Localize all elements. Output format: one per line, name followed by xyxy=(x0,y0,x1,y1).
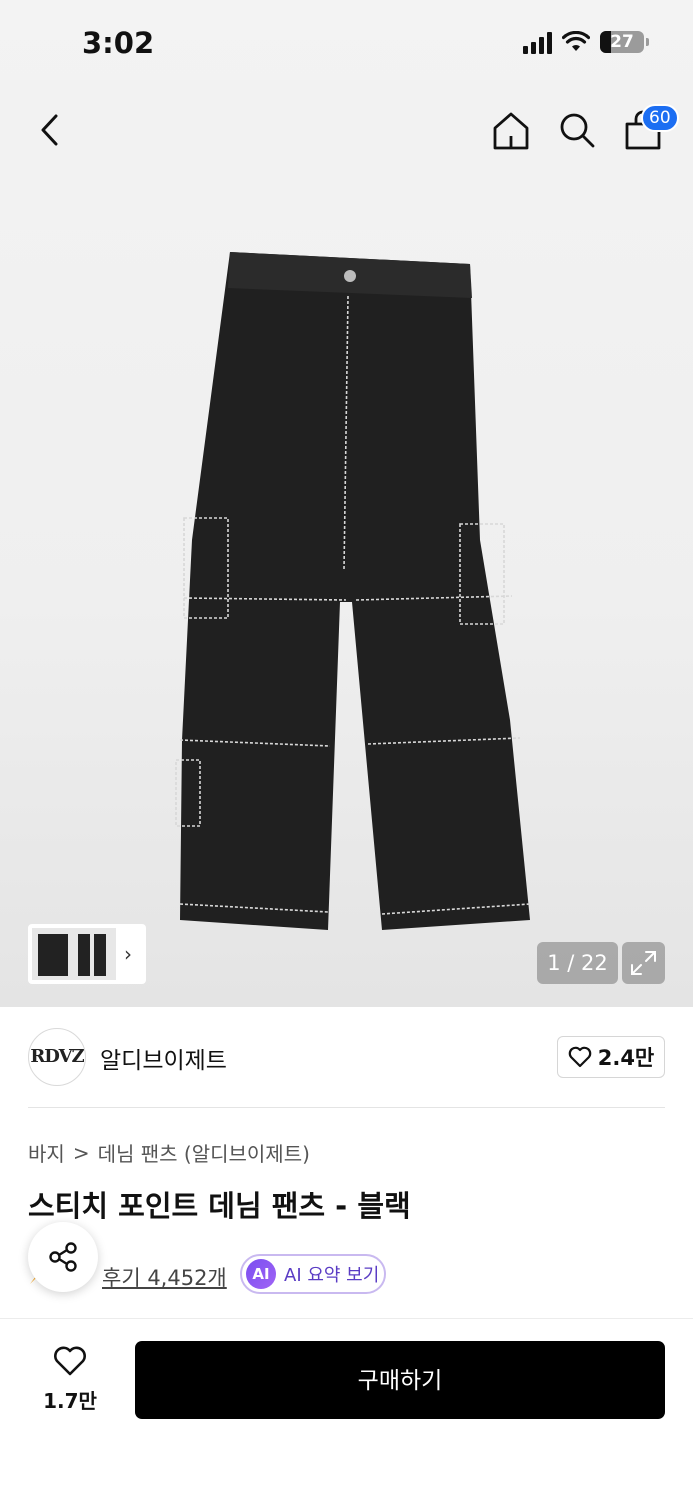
bottom-action-bar: 1.7만 구매하기 xyxy=(0,1318,693,1500)
share-button[interactable] xyxy=(28,1222,98,1292)
brand-like-count: 2.4만 xyxy=(597,1046,655,1070)
home-icon xyxy=(493,112,529,150)
product-title: 스티치 포인트 데님 팬츠 - 블랙 xyxy=(28,1189,411,1223)
chevron-right-icon: › xyxy=(124,942,132,966)
thumbnail-jeans-graphic xyxy=(38,934,106,976)
search-icon xyxy=(560,113,595,148)
heart-icon xyxy=(54,1346,86,1376)
chevron-left-icon xyxy=(41,114,58,146)
cart-count-badge: 60 xyxy=(641,104,679,132)
share-icon xyxy=(49,1242,77,1272)
product-like-count: 1.7만 xyxy=(43,1389,97,1413)
breadcrumb-separator: > xyxy=(72,1140,90,1165)
status-time: 3:02 xyxy=(82,26,155,60)
divider xyxy=(28,1107,665,1108)
heart-icon xyxy=(568,1046,592,1068)
brand-logo[interactable]: RDVZ xyxy=(28,1028,86,1086)
wifi-icon xyxy=(562,31,590,51)
ai-badge-icon: AI xyxy=(246,1259,276,1289)
thumbnail-strip[interactable]: › xyxy=(28,924,146,984)
breadcrumb: 바지 > 데님 팬츠 (알디브이제트) xyxy=(28,1138,310,1167)
thumbnail-image[interactable] xyxy=(32,928,116,980)
search-button[interactable] xyxy=(557,108,597,152)
status-bar: 3:02 27 xyxy=(0,0,693,90)
battery-icon: 27 xyxy=(600,31,644,53)
cart-button[interactable]: 60 xyxy=(623,104,679,152)
status-indicators: 27 xyxy=(523,30,649,54)
signal-icon xyxy=(523,30,552,54)
expand-button[interactable] xyxy=(622,942,665,984)
buy-button[interactable]: 구매하기 xyxy=(135,1341,665,1419)
back-button[interactable] xyxy=(32,108,72,152)
expand-icon xyxy=(631,951,656,975)
product-image-area: 3:02 27 60 › 1 / 22 xyxy=(0,0,693,1007)
product-like-button[interactable]: 1.7만 xyxy=(34,1345,106,1414)
brand-name[interactable]: 알디브이제트 xyxy=(100,1041,227,1075)
review-count-link[interactable]: 후기 4,452개 xyxy=(102,1262,227,1292)
brand-row: RDVZ 알디브이제트 2.4만 xyxy=(28,1028,665,1086)
breadcrumb-category[interactable]: 바지 xyxy=(28,1138,65,1167)
header-actions: 60 xyxy=(491,104,679,152)
image-counter: 1 / 22 xyxy=(537,942,618,984)
home-button[interactable] xyxy=(491,108,531,152)
battery-nub xyxy=(646,38,649,46)
brand-like-button[interactable]: 2.4만 xyxy=(557,1036,665,1078)
battery-level: 27 xyxy=(610,32,634,52)
ai-summary-label: AI 요약 보기 xyxy=(284,1265,380,1286)
product-photo-jeans[interactable] xyxy=(160,240,550,940)
ai-summary-button[interactable]: AI AI 요약 보기 xyxy=(240,1254,386,1294)
breadcrumb-subcategory[interactable]: 데님 팬츠 (알디브이제트) xyxy=(98,1138,310,1167)
